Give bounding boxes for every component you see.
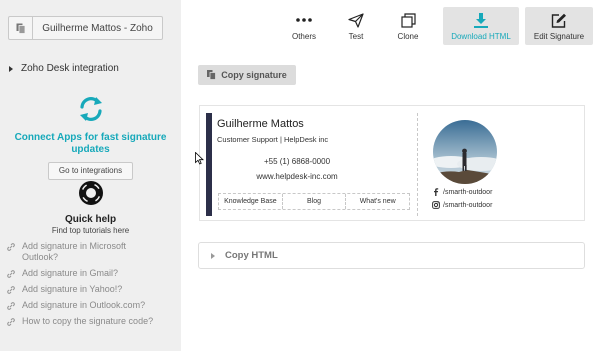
link-icon (7, 286, 15, 294)
clone-icon (400, 12, 416, 28)
sync-icon (79, 97, 102, 121)
edit-icon (551, 12, 567, 28)
link-icon (7, 302, 15, 310)
connect-apps-title: Connect Apps for fast signature updates (14, 132, 167, 155)
quick-help-title: Quick help (64, 214, 117, 225)
caret-right-icon (9, 65, 13, 72)
help-link-outlook-com[interactable]: Add signature in Outlook.com? (6, 300, 178, 311)
send-icon (348, 12, 364, 28)
quick-help-subtitle: Find top tutorials here (51, 226, 130, 235)
signature-phone: +55 (1) 6868-0000 (263, 157, 331, 166)
signature-preview: Guilherme Mattos Customer Support | Help… (199, 105, 585, 221)
signature-divider (417, 113, 418, 216)
toolbar: Others Test Clone (278, 7, 434, 45)
mouse-cursor-icon (195, 152, 204, 165)
caret-right-icon (211, 252, 215, 259)
download-icon (474, 12, 488, 28)
copy-icon (207, 70, 217, 80)
others-button[interactable]: Others (278, 7, 330, 45)
help-link-yahoo[interactable]: Add signature in Yahoo!? (6, 284, 178, 295)
connect-apps-section: Connect Apps for fast signature updates … (0, 95, 181, 180)
sidebar: Guilherme Mattos - Zoho Zoho Desk integr… (0, 0, 181, 351)
help-link-outlook[interactable]: Add signature in Microsoft Outlook? (6, 241, 178, 263)
help-link-copy-code[interactable]: How to copy the signature code? (6, 316, 178, 327)
document-icon (9, 17, 33, 39)
copy-signature-button[interactable]: Copy signature (198, 65, 296, 85)
link-knowledge-base[interactable]: Knowledge Base (219, 194, 283, 209)
instagram-icon (432, 201, 440, 209)
link-icon (7, 270, 15, 278)
more-dots-icon (296, 12, 312, 28)
link-whats-new[interactable]: What's new (346, 194, 409, 209)
help-link-gmail[interactable]: Add signature in Gmail? (6, 268, 178, 279)
lifebuoy-icon (78, 181, 103, 205)
link-icon (7, 318, 15, 326)
test-button[interactable]: Test (330, 7, 382, 45)
clone-button[interactable]: Clone (382, 7, 434, 45)
signature-links-bar: Knowledge Base Blog What's new (218, 193, 410, 210)
social-facebook[interactable]: /smarth-outdoor (432, 188, 492, 196)
signature-website: www.helpdesk-inc.com (256, 172, 338, 181)
link-icon (7, 243, 15, 251)
avatar (433, 120, 497, 184)
signature-accent-bar (206, 113, 212, 216)
signature-name: Guilherme Mattos - Zoho (42, 22, 153, 34)
go-to-integrations-button[interactable]: Go to integrations (47, 162, 134, 180)
quick-help-section: Quick help Find top tutorials here (0, 180, 181, 235)
signature-details: Guilherme Mattos Customer Support | Help… (217, 118, 417, 181)
signature-selector[interactable]: Guilherme Mattos - Zoho (8, 16, 163, 40)
download-html-button[interactable]: Download HTML (443, 7, 519, 45)
signature-role: Customer Support | HelpDesk inc (217, 135, 329, 144)
zoho-desk-integration-toggle[interactable]: Zoho Desk integration (9, 63, 119, 74)
facebook-icon (434, 188, 439, 196)
social-instagram[interactable]: /smarth-outdoor (432, 201, 492, 209)
help-links-list: Add signature in Microsoft Outlook? Add … (6, 241, 178, 332)
link-blog[interactable]: Blog (283, 194, 347, 209)
edit-signature-button[interactable]: Edit Signature (525, 7, 593, 45)
copy-html-accordion[interactable]: Copy HTML (198, 242, 585, 269)
integration-label: Zoho Desk integration (21, 63, 119, 74)
signature-person-name: Guilherme Mattos (217, 118, 304, 130)
